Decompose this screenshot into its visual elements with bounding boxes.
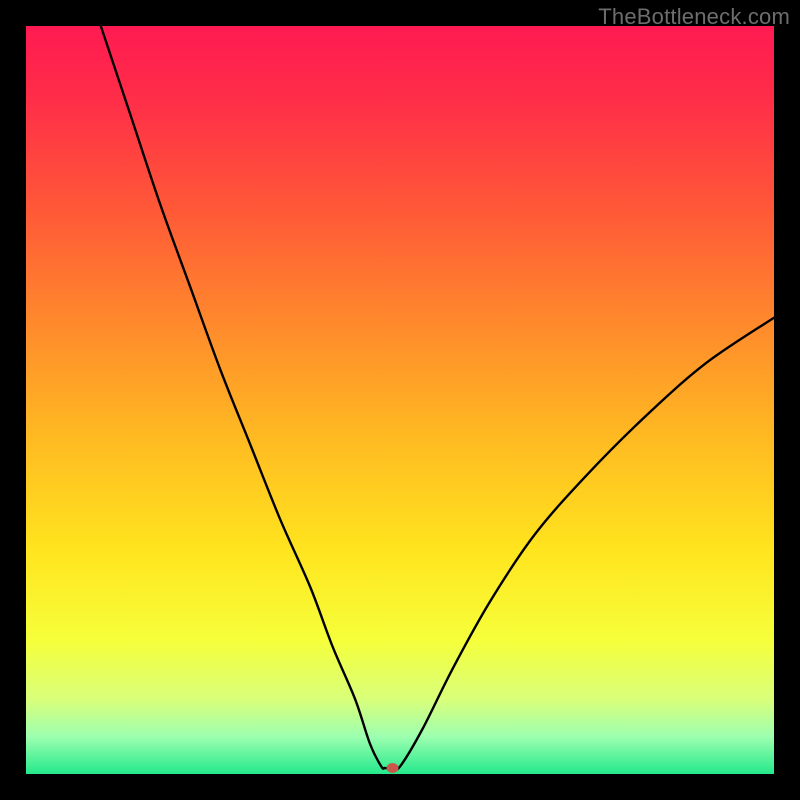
watermark-text: TheBottleneck.com	[598, 4, 790, 30]
curve-layer	[26, 26, 774, 774]
optimum-marker	[387, 763, 399, 773]
plot-area	[26, 26, 774, 774]
bottleneck-curve	[101, 26, 774, 770]
chart-frame: TheBottleneck.com	[0, 0, 800, 800]
